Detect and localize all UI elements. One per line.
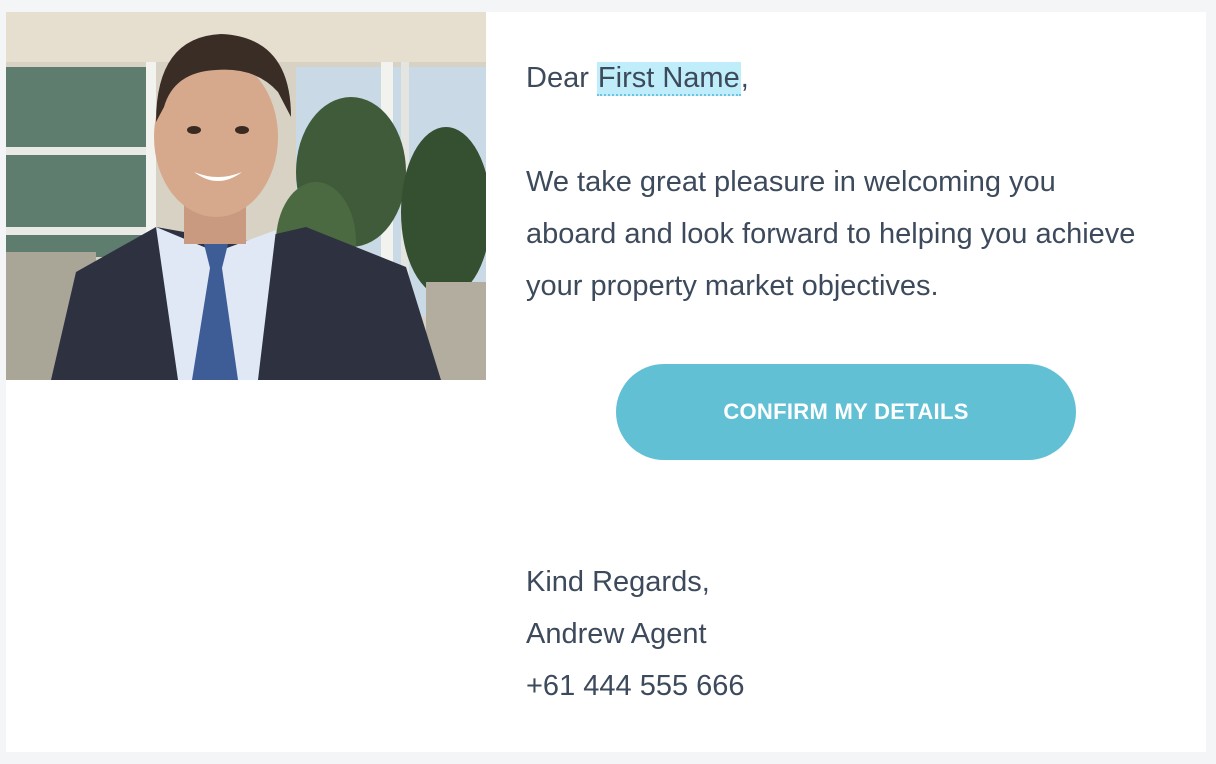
agent-phone: +61 444 555 666 — [526, 670, 745, 702]
intro-paragraph: We take great pleasure in welcoming you … — [526, 166, 1136, 302]
confirm-details-button[interactable]: CONFIRM MY DETAILS — [616, 364, 1076, 460]
greeting-prefix: Dear — [526, 62, 589, 94]
agent-name: Andrew Agent — [526, 618, 707, 650]
agent-photo — [6, 12, 486, 380]
signature: Kind Regards, Andrew Agent +61 444 555 6… — [526, 556, 745, 712]
signoff-text: Kind Regards, — [526, 566, 710, 598]
first-name-merge-tag[interactable]: First Name — [596, 62, 741, 96]
greeting-suffix: , — [740, 62, 749, 94]
greeting: Dear First Name, — [526, 52, 749, 104]
email-card: Dear First Name, We take great pleasure … — [6, 12, 1206, 752]
